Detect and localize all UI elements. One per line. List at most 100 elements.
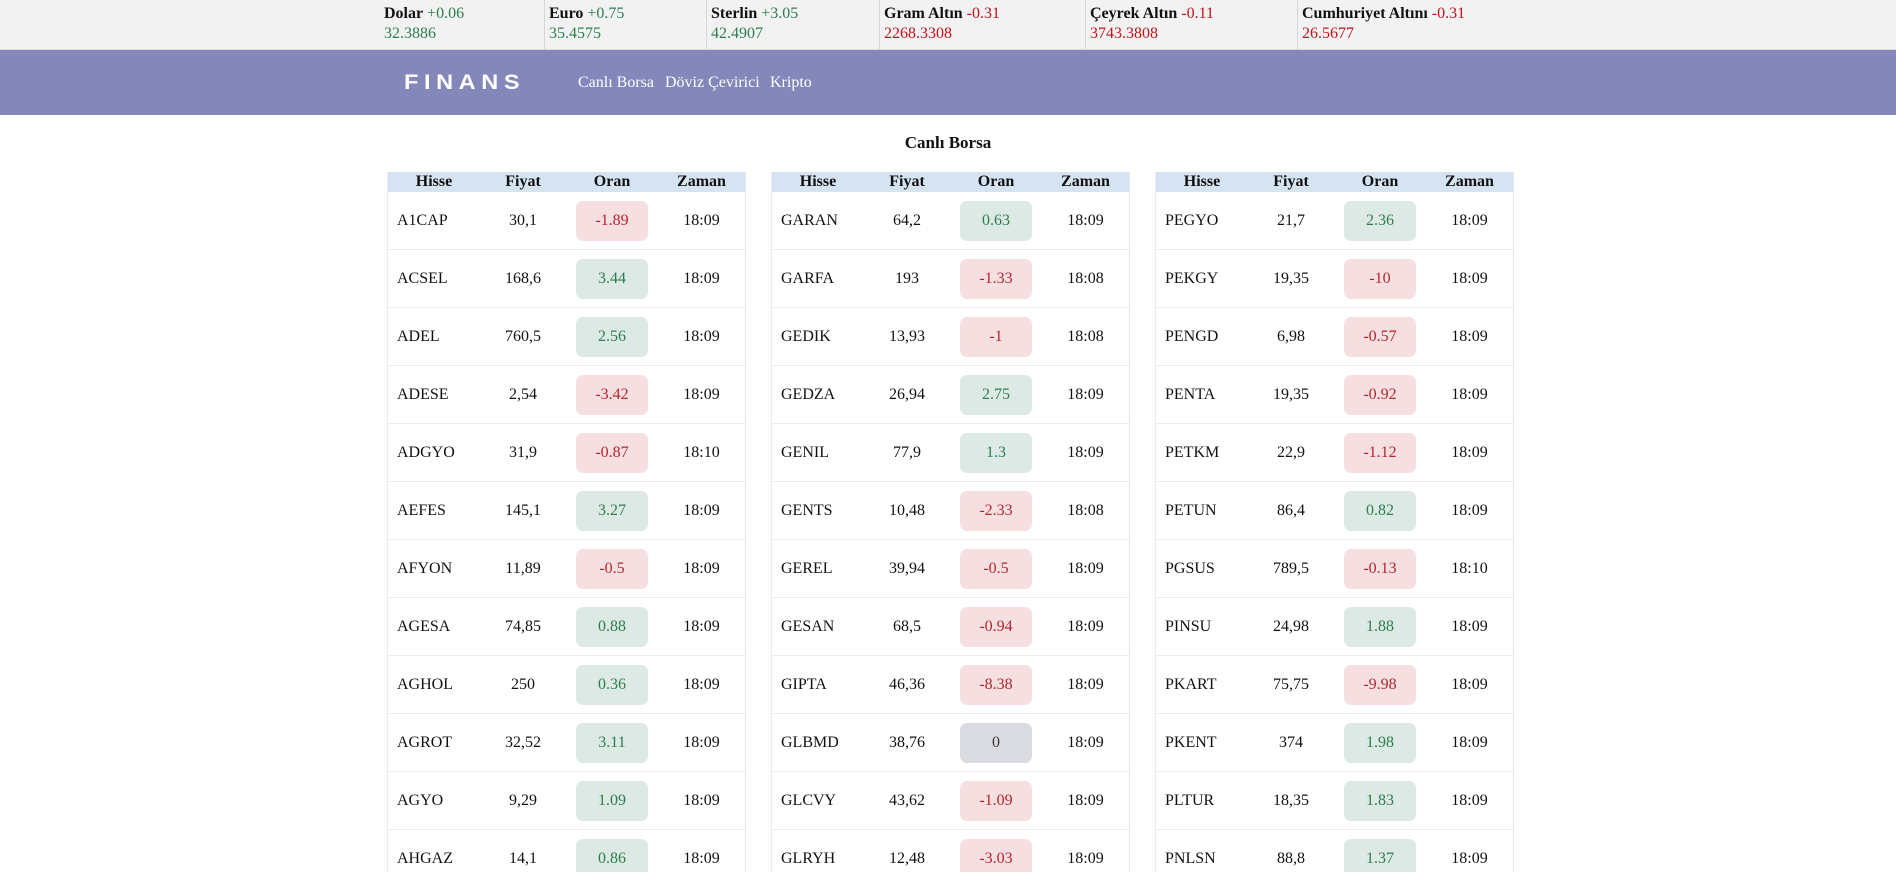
update-time: 18:09	[658, 676, 745, 694]
update-time: 18:10	[658, 444, 745, 462]
table-row[interactable]: GEREL39,94-0.518:09	[772, 540, 1129, 598]
ticker-change: -0.31	[967, 5, 1000, 22]
table-row[interactable]: GARAN64,20.6318:09	[772, 192, 1129, 250]
table-row[interactable]: AGROT32,523.1118:09	[388, 714, 745, 772]
update-time: 18:09	[658, 502, 745, 520]
update-time: 18:09	[658, 618, 745, 636]
table-row[interactable]: AGYO9,291.0918:09	[388, 772, 745, 830]
stock-table: HisseFiyatOranZamanGARAN64,20.6318:09GAR…	[771, 172, 1130, 872]
stock-symbol: PNLSN	[1156, 850, 1248, 868]
change-badge: -0.87	[576, 433, 648, 473]
stock-price: 14,1	[480, 850, 566, 868]
change-cell: -3.42	[566, 375, 658, 415]
change-cell: -0.87	[566, 433, 658, 473]
navbar	[0, 50, 1896, 115]
table-row[interactable]: GIPTA46,36-8.3818:09	[772, 656, 1129, 714]
change-badge: 2.56	[576, 317, 648, 357]
table-row[interactable]: PLTUR18,351.8318:09	[1156, 772, 1513, 830]
stock-symbol: PINSU	[1156, 618, 1248, 636]
update-time: 18:09	[1042, 444, 1129, 462]
update-time: 18:09	[1426, 386, 1513, 404]
table-header: HisseFiyatOranZaman	[772, 172, 1129, 192]
table-row[interactable]: ADGYO31,9-0.8718:10	[388, 424, 745, 482]
table-row[interactable]: AGHOL2500.3618:09	[388, 656, 745, 714]
ticker-item-dolar: Dolar +0.06 32.3886	[384, 4, 464, 46]
table-row[interactable]: AFYON11,89-0.518:09	[388, 540, 745, 598]
stock-symbol: PEGYO	[1156, 212, 1248, 230]
column-header: Zaman	[1042, 172, 1129, 192]
nav-link-doviz-cevirici[interactable]: Döviz Çevirici	[665, 72, 760, 94]
table-row[interactable]: GARFA193-1.3318:08	[772, 250, 1129, 308]
stock-price: 68,5	[864, 618, 950, 636]
change-cell: -1	[950, 317, 1042, 357]
stock-symbol: GEDZA	[772, 386, 864, 404]
change-cell: 0.82	[1334, 491, 1426, 531]
update-time: 18:09	[1042, 792, 1129, 810]
table-row[interactable]: A1CAP30,1-1.8918:09	[388, 192, 745, 250]
ticker-value: 32.3886	[384, 24, 464, 44]
change-cell: -0.94	[950, 607, 1042, 647]
table-row[interactable]: GEDIK13,93-118:08	[772, 308, 1129, 366]
table-row[interactable]: GEDZA26,942.7518:09	[772, 366, 1129, 424]
change-cell: 2.36	[1334, 201, 1426, 241]
stock-symbol: GLBMD	[772, 734, 864, 752]
change-cell: -1.09	[950, 781, 1042, 821]
stock-price: 32,52	[480, 734, 566, 752]
update-time: 18:08	[1042, 502, 1129, 520]
table-row[interactable]: GLCVY43,62-1.0918:09	[772, 772, 1129, 830]
ticker-name: Cumhuriyet Altını	[1302, 5, 1428, 22]
stock-symbol: PETUN	[1156, 502, 1248, 520]
table-row[interactable]: GESAN68,5-0.9418:09	[772, 598, 1129, 656]
change-cell: -0.5	[950, 549, 1042, 589]
column-header: Hisse	[388, 172, 480, 192]
table-row[interactable]: PINSU24,981.8818:09	[1156, 598, 1513, 656]
change-cell: 0	[950, 723, 1042, 763]
table-row[interactable]: ADESE2,54-3.4218:09	[388, 366, 745, 424]
table-row[interactable]: PENGD6,98-0.5718:09	[1156, 308, 1513, 366]
update-time: 18:08	[1042, 328, 1129, 346]
table-row[interactable]: PKENT3741.9818:09	[1156, 714, 1513, 772]
stock-symbol: GEDIK	[772, 328, 864, 346]
change-badge: -1.33	[960, 259, 1032, 299]
update-time: 18:08	[1042, 270, 1129, 288]
change-cell: 3.27	[566, 491, 658, 531]
table-row[interactable]: AEFES145,13.2718:09	[388, 482, 745, 540]
nav-link-kripto[interactable]: Kripto	[770, 72, 812, 94]
stock-price: 12,48	[864, 850, 950, 868]
table-row[interactable]: GLBMD38,76018:09	[772, 714, 1129, 772]
table-row[interactable]: AGESA74,850.8818:09	[388, 598, 745, 656]
stock-symbol: PKART	[1156, 676, 1248, 694]
table-row[interactable]: PGSUS789,5-0.1318:10	[1156, 540, 1513, 598]
page-title: Canlı Borsa	[0, 132, 1896, 154]
stock-price: 77,9	[864, 444, 950, 462]
table-row[interactable]: ADEL760,52.5618:09	[388, 308, 745, 366]
table-row[interactable]: PEGYO21,72.3618:09	[1156, 192, 1513, 250]
change-badge: -0.94	[960, 607, 1032, 647]
ticker-item-gram-altin: Gram Altın -0.31 2268.3308	[884, 4, 1000, 46]
stock-symbol: PENTA	[1156, 386, 1248, 404]
change-badge: -0.92	[1344, 375, 1416, 415]
update-time: 18:09	[1426, 270, 1513, 288]
table-row[interactable]: GENIL77,91.318:09	[772, 424, 1129, 482]
table-row[interactable]: PETKM22,9-1.1218:09	[1156, 424, 1513, 482]
site-logo[interactable]: FINANS	[404, 68, 525, 98]
table-row[interactable]: PKART75,75-9.9818:09	[1156, 656, 1513, 714]
table-row[interactable]: ACSEL168,63.4418:09	[388, 250, 745, 308]
update-time: 18:09	[658, 270, 745, 288]
stock-symbol: PENGD	[1156, 328, 1248, 346]
table-row[interactable]: PEKGY19,35-1018:09	[1156, 250, 1513, 308]
update-time: 18:09	[1042, 850, 1129, 868]
table-row[interactable]: PENTA19,35-0.9218:09	[1156, 366, 1513, 424]
table-header: HisseFiyatOranZaman	[388, 172, 745, 192]
nav-link-canli-borsa[interactable]: Canlı Borsa	[578, 72, 654, 94]
change-cell: 2.75	[950, 375, 1042, 415]
change-cell: 1.88	[1334, 607, 1426, 647]
stock-symbol: AHGAZ	[388, 850, 480, 868]
stock-symbol: GIPTA	[772, 676, 864, 694]
stock-symbol: GENIL	[772, 444, 864, 462]
table-row[interactable]: GENTS10,48-2.3318:08	[772, 482, 1129, 540]
stock-price: 250	[480, 676, 566, 694]
stock-price: 38,76	[864, 734, 950, 752]
stock-symbol: PKENT	[1156, 734, 1248, 752]
table-row[interactable]: PETUN86,40.8218:09	[1156, 482, 1513, 540]
